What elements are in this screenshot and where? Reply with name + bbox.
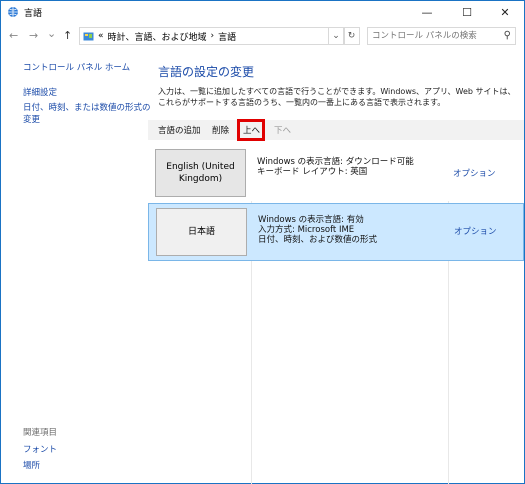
options-link[interactable]: オプション — [453, 167, 496, 179]
breadcrumb-clock-language-region[interactable]: 時計、言語、および地域 — [108, 30, 207, 43]
language-toolbar: 言語の追加 削除 上へ 下へ — [148, 120, 524, 140]
title-bar: 言語 — ☐ ✕ — [1, 1, 524, 24]
datetime-format-link[interactable]: 日付、時刻、または数値の形式の — [23, 101, 151, 113]
address-dropdown-icon[interactable]: ⌄ — [328, 27, 344, 45]
move-down-button[interactable]: 下へ — [274, 124, 291, 136]
language-details: Windows の表示言語: ダウンロード可能 キーボード レイアウト: 英国 — [257, 157, 414, 177]
input-method-info: 入力方式: Microsoft IME — [258, 225, 355, 235]
options-link[interactable]: オプション — [454, 225, 497, 237]
language-name-line1: English (United — [166, 162, 235, 172]
search-icon[interactable]: ⚲ — [504, 30, 511, 41]
remove-button[interactable]: 削除 — [212, 124, 229, 136]
add-language-button[interactable]: 言語の追加 — [158, 124, 201, 136]
maximize-button[interactable]: ☐ — [448, 1, 486, 24]
search-box[interactable]: ⚲ — [367, 27, 516, 45]
language-name-line1: 日本語 — [187, 227, 215, 237]
fonts-link[interactable]: フォント — [23, 443, 57, 455]
breadcrumb-language[interactable]: 言語 — [218, 30, 236, 43]
keyboard-layout-info: キーボード レイアウト: 英国 — [257, 167, 368, 177]
language-row-japanese[interactable]: 日本語 Windows の表示言語: 有効 入力方式: Microsoft IM… — [148, 203, 524, 261]
address-bar[interactable]: « 時計、言語、および地域 › 言語 — [79, 27, 345, 45]
page-title: 言語の設定の変更 — [158, 65, 255, 79]
language-window: 言語 — ☐ ✕ ← → ⌄ ↑ « 時計、言語、および地域 › 言語 ⌄ ↻ … — [0, 0, 525, 484]
refresh-icon[interactable]: ↻ — [344, 27, 360, 45]
display-language-status: Windows の表示言語: 有効 — [258, 215, 364, 225]
up-arrow-icon[interactable]: ↑ — [63, 29, 72, 42]
advanced-settings-link[interactable]: 詳細設定 — [23, 86, 57, 98]
search-input[interactable] — [368, 28, 496, 44]
language-app-icon — [7, 6, 19, 18]
language-name-line2: Kingdom) — [178, 174, 223, 184]
control-panel-home-link[interactable]: コントロール パネル ホーム — [23, 61, 130, 73]
page-description: 入力は、一覧に追加したすべての言語で行うことができます。Windows、アプリ、… — [158, 87, 516, 107]
path-overflow[interactable]: « — [98, 31, 104, 41]
breadcrumb-separator: › — [210, 31, 215, 41]
back-arrow-icon[interactable]: ← — [9, 29, 18, 42]
datetime-format-link-line2[interactable]: 変更 — [23, 113, 40, 125]
navigation-bar: ← → ⌄ ↑ « 時計、言語、および地域 › 言語 ⌄ ↻ ⚲ — [1, 26, 524, 48]
control-panel-icon — [83, 31, 94, 42]
window-title: 言語 — [24, 9, 43, 19]
language-name-tile[interactable]: English (United Kingdom) — [155, 149, 246, 197]
move-up-highlight — [237, 119, 265, 141]
forward-arrow-icon[interactable]: → — [29, 29, 38, 42]
minimize-button[interactable]: — — [408, 1, 446, 24]
location-link[interactable]: 場所 — [23, 459, 40, 471]
display-language-status: Windows の表示言語: ダウンロード可能 — [257, 157, 414, 167]
language-details: Windows の表示言語: 有効 入力方式: Microsoft IME 日付… — [258, 215, 377, 245]
related-items-label: 関連項目 — [23, 428, 58, 438]
format-info: 日付、時刻、および数値の形式 — [258, 235, 378, 245]
recent-locations-icon[interactable]: ⌄ — [47, 27, 56, 40]
close-button[interactable]: ✕ — [486, 1, 524, 24]
language-row-english-uk[interactable]: English (United Kingdom) Windows の表示言語: … — [148, 145, 524, 203]
language-name-tile[interactable]: 日本語 — [156, 208, 247, 256]
